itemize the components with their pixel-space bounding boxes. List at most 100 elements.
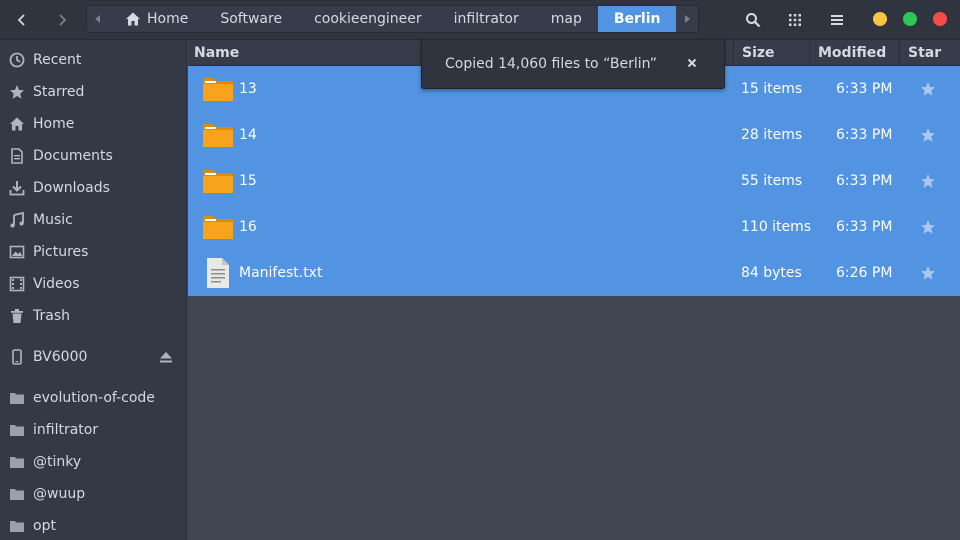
sidebar-item-label: Starred — [33, 84, 85, 100]
sidebar-item-downloads[interactable]: Downloads — [0, 174, 187, 202]
phone-icon — [9, 349, 25, 365]
back-button[interactable] — [7, 6, 37, 34]
hamburger-menu-icon — [831, 15, 843, 25]
sidebar-item-label: Home — [33, 116, 75, 132]
folder-icon — [203, 78, 233, 101]
star-icon[interactable] — [920, 127, 936, 143]
sidebar-bookmark-tinky[interactable]: @tinky — [0, 448, 187, 476]
eject-icon[interactable] — [159, 350, 173, 364]
sidebar-item-documents[interactable]: Documents — [0, 142, 187, 170]
path-item-label: map — [550, 11, 582, 27]
path-item-cookieengineer[interactable]: cookieengineer — [298, 6, 438, 32]
sidebar-item-label: @tinky — [33, 454, 82, 470]
path-item-label: Berlin — [613, 11, 661, 27]
folder-icon — [9, 486, 25, 502]
file-modified: 6:33 PM — [836, 81, 893, 97]
file-name: 15 — [239, 173, 257, 189]
maximize-button[interactable] — [903, 12, 917, 26]
sidebar-item-label: infiltrator — [33, 422, 99, 438]
column-header-label: Star — [908, 45, 942, 61]
file-row[interactable]: 15 55 items 6:33 PM — [188, 158, 960, 204]
sidebar-bookmark-evolution-of-code[interactable]: evolution-of-code — [0, 384, 187, 412]
column-header-label: Name — [194, 45, 240, 61]
sidebar-item-videos[interactable]: Videos — [0, 270, 187, 298]
file-size: 28 items — [741, 127, 803, 143]
sidebar-bookmark-wuup[interactable]: @wuup — [0, 480, 187, 508]
path-item-label: infiltrator — [453, 11, 519, 27]
column-header-label: Modified — [818, 45, 887, 61]
file-row[interactable]: 14 28 items 6:33 PM — [188, 112, 960, 158]
forward-button[interactable] — [47, 6, 77, 34]
file-modified: 6:33 PM — [836, 219, 893, 235]
column-header-modified[interactable]: Modified — [809, 40, 899, 66]
sidebar-item-label: Downloads — [33, 180, 110, 196]
sidebar-item-label: Pictures — [33, 244, 89, 260]
copy-notification-toast: Copied 14,060 files to “Berlin” — [421, 40, 725, 89]
download-icon — [9, 180, 25, 196]
view-options-button[interactable] — [783, 8, 807, 32]
sidebar-device-bv6000[interactable]: BV6000 — [0, 343, 187, 371]
path-item-map[interactable]: map — [535, 6, 598, 32]
menu-button[interactable] — [825, 8, 849, 32]
toast-close-button[interactable] — [684, 55, 700, 71]
sidebar-item-recent[interactable]: Recent — [0, 46, 187, 74]
toast-message: Copied 14,060 files to “Berlin” — [445, 56, 658, 72]
star-icon[interactable] — [920, 265, 936, 281]
home-icon — [125, 11, 141, 27]
sidebar-bookmark-infiltrator[interactable]: infiltrator — [0, 416, 187, 444]
path-bar: Home Software cookieengineer infiltrator… — [86, 5, 700, 33]
file-rows: 13 15 items 6:33 PM 14 28 items 6:33 PM … — [188, 66, 960, 296]
file-modified: 6:26 PM — [836, 265, 893, 281]
column-header-size[interactable]: Size — [733, 40, 809, 66]
path-item-software[interactable]: Software — [204, 6, 298, 32]
minimize-button[interactable] — [873, 12, 887, 26]
sidebar-bookmark-opt[interactable]: opt — [0, 512, 187, 540]
star-icon[interactable] — [920, 219, 936, 235]
file-size: 110 items — [741, 219, 812, 235]
file-modified: 6:33 PM — [836, 173, 893, 189]
folder-icon — [203, 216, 233, 239]
file-row[interactable]: Manifest.txt 84 bytes 6:26 PM — [188, 250, 960, 296]
folder-icon — [9, 454, 25, 470]
chevron-right-icon — [59, 14, 67, 26]
file-row[interactable]: 16 110 items 6:33 PM — [188, 204, 960, 250]
path-item-label: Home — [147, 11, 189, 27]
folder-icon — [9, 422, 25, 438]
path-item-berlin[interactable]: Berlin — [597, 6, 677, 32]
sidebar-item-trash[interactable]: Trash — [0, 302, 187, 330]
folder-icon — [203, 170, 233, 193]
video-icon — [9, 276, 25, 292]
path-scroll-left-button[interactable] — [87, 6, 109, 32]
column-header-star[interactable]: Star — [899, 40, 960, 66]
file-list-view: Name Size Modified Star 13 15 items 6:33… — [188, 40, 960, 540]
file-size: 55 items — [741, 173, 803, 189]
file-name: Manifest.txt — [239, 265, 323, 281]
path-scroll-right-button[interactable] — [676, 6, 699, 32]
search-button[interactable] — [741, 8, 765, 32]
path-item-infiltrator[interactable]: infiltrator — [438, 6, 535, 32]
sidebar-item-label: BV6000 — [33, 349, 88, 365]
sidebar-item-music[interactable]: Music — [0, 206, 187, 234]
file-size: 15 items — [741, 81, 803, 97]
clock-icon — [9, 52, 25, 68]
picture-icon — [9, 244, 25, 260]
star-icon — [9, 84, 25, 100]
sidebar-item-pictures[interactable]: Pictures — [0, 238, 187, 266]
star-icon[interactable] — [920, 81, 936, 97]
folder-icon — [203, 124, 233, 147]
path-item-label: Software — [220, 11, 283, 27]
close-window-button[interactable] — [933, 12, 947, 26]
close-icon — [687, 58, 697, 68]
file-name: 13 — [239, 81, 257, 97]
sidebar: Recent Starred Home Documents Downloads … — [0, 40, 187, 540]
sidebar-item-label: Trash — [33, 308, 70, 324]
folder-icon — [9, 390, 25, 406]
sidebar-item-starred[interactable]: Starred — [0, 78, 187, 106]
search-icon — [746, 13, 761, 28]
sidebar-item-label: Recent — [33, 52, 82, 68]
sidebar-item-home[interactable]: Home — [0, 110, 187, 138]
path-item-label: cookieengineer — [314, 11, 422, 27]
grid-view-icon — [789, 14, 801, 26]
star-icon[interactable] — [920, 173, 936, 189]
path-item-home[interactable]: Home — [109, 6, 204, 32]
